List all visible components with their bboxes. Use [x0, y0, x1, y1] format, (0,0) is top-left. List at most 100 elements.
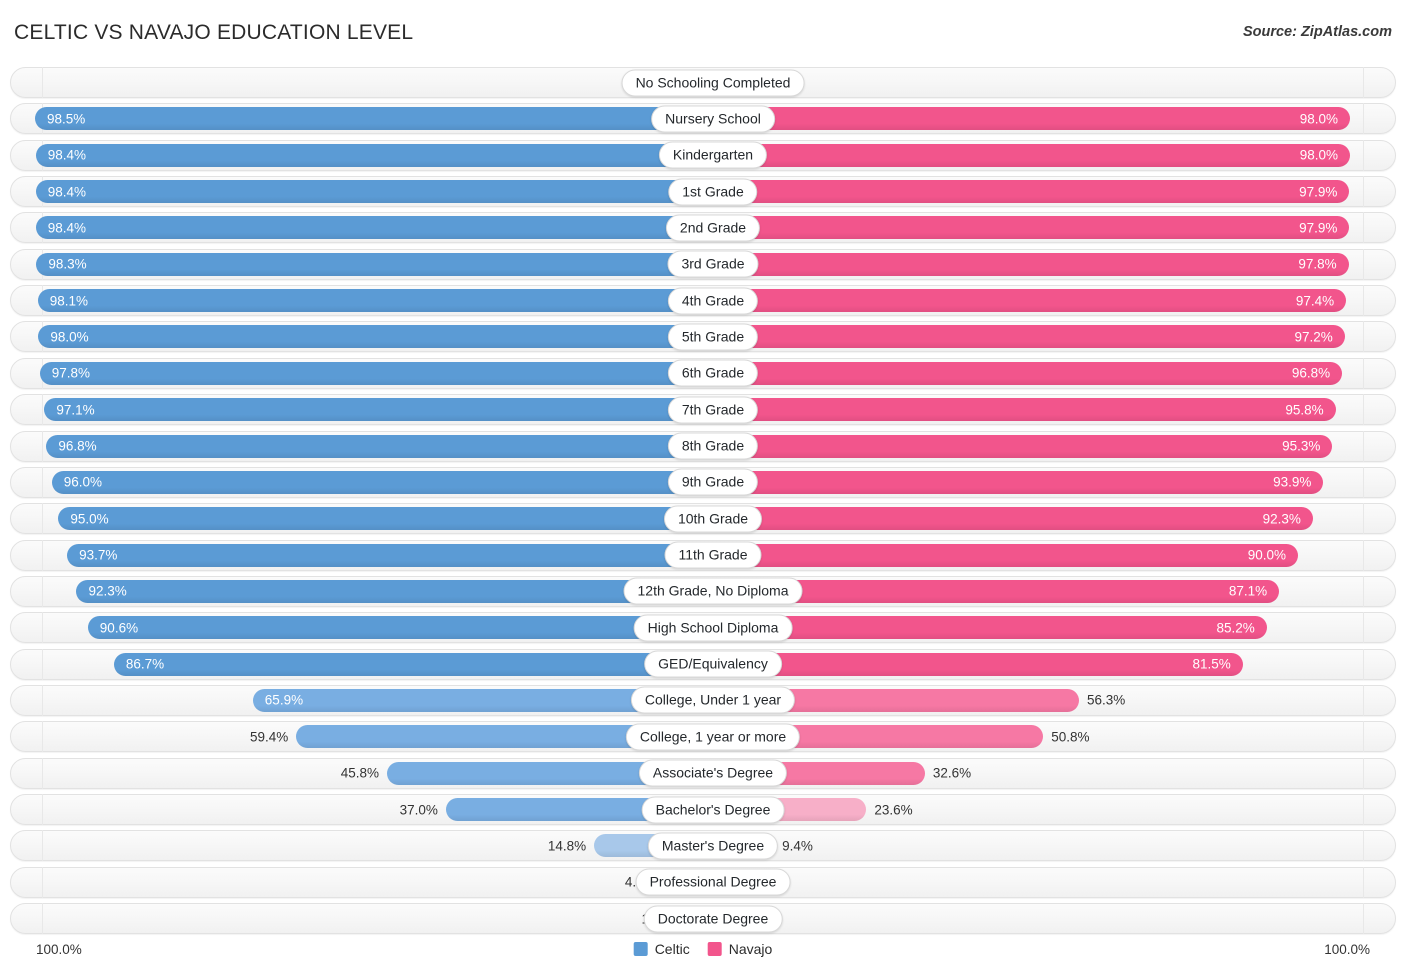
category-label[interactable]: 8th Grade — [667, 432, 759, 460]
value-label-navajo: 97.2% — [1294, 329, 1333, 345]
category-label[interactable]: 3rd Grade — [667, 250, 759, 278]
chart-footer: 100.0% Celtic Navajo 100.0% — [0, 938, 1406, 975]
category-label[interactable]: College, 1 year or more — [625, 723, 801, 751]
bar-celtic[interactable]: 98.3% — [36, 252, 693, 276]
chart-row: 86.7% 81.5% GED/Equivalency — [10, 648, 1396, 680]
category-label[interactable]: Professional Degree — [635, 868, 791, 896]
axis-gridline-left — [42, 466, 43, 498]
axis-gridline-right — [1363, 248, 1364, 280]
value-label-navajo: 81.5% — [1192, 656, 1231, 672]
value-label-celtic: 59.4% — [249, 729, 289, 745]
value-label-celtic: 92.3% — [88, 583, 127, 599]
axis-gridline-right — [1363, 67, 1364, 98]
category-label[interactable]: Associate's Degree — [638, 759, 788, 787]
category-label[interactable]: GED/Equivalency — [644, 650, 782, 678]
bar-celtic[interactable]: 98.5% — [35, 107, 693, 131]
axis-gridline-right — [1363, 757, 1364, 789]
category-label[interactable]: Kindergarten — [658, 141, 768, 169]
category-label[interactable]: 10th Grade — [663, 505, 763, 533]
category-label[interactable]: Bachelor's Degree — [641, 796, 785, 823]
category-label[interactable]: 11th Grade — [664, 541, 762, 569]
value-label-navajo: 97.9% — [1299, 220, 1338, 236]
axis-max-left: 100.0% — [36, 942, 82, 957]
category-label[interactable]: 5th Grade — [667, 323, 759, 351]
value-label-celtic: 14.8% — [547, 838, 587, 854]
chart-row: 1.6%2.1%No Schooling Completed — [10, 67, 1396, 98]
bar-navajo[interactable]: 98.0% — [713, 143, 1350, 167]
bar-celtic[interactable]: 98.4% — [35, 143, 693, 167]
bar-celtic[interactable]: 97.1% — [44, 398, 693, 422]
bar-celtic[interactable]: 96.8% — [46, 434, 693, 458]
bar-celtic[interactable]: 97.8% — [39, 361, 693, 385]
bar-navajo[interactable]: 97.2% — [713, 325, 1345, 349]
bar-celtic[interactable]: 98.4% — [35, 180, 693, 204]
bar-navajo[interactable]: 85.2% — [713, 616, 1267, 640]
category-label[interactable]: 4th Grade — [667, 287, 759, 315]
value-label-celtic: 86.7% — [125, 656, 165, 672]
value-label-celtic: 90.6% — [99, 620, 139, 635]
bar-celtic[interactable]: 96.0% — [51, 470, 693, 494]
legend-item[interactable]: Celtic — [633, 941, 690, 957]
category-label[interactable]: Master's Degree — [647, 832, 779, 860]
category-label[interactable]: 9th Grade — [667, 468, 759, 496]
axis-gridline-right — [1363, 575, 1364, 607]
axis-gridline-left — [42, 684, 43, 716]
bar-celtic[interactable]: 98.4% — [35, 216, 693, 240]
bar-celtic[interactable]: 65.9% — [252, 688, 693, 712]
category-label[interactable]: High School Diploma — [633, 614, 793, 642]
category-label[interactable]: Doctorate Degree — [643, 905, 783, 933]
value-label-navajo: 87.1% — [1228, 583, 1268, 599]
bar-navajo[interactable]: 93.9% — [713, 470, 1324, 494]
bar-navajo[interactable]: 96.8% — [713, 361, 1343, 385]
bar-celtic[interactable]: 95.0% — [58, 507, 693, 531]
axis-gridline-left — [42, 757, 43, 789]
axis-gridline-left — [42, 575, 43, 607]
bar-navajo[interactable]: 97.9% — [713, 216, 1350, 240]
axis-gridline-left — [42, 67, 43, 98]
axis-gridline-right — [1363, 612, 1364, 644]
legend-item[interactable]: Navajo — [707, 941, 772, 957]
value-label-celtic: 98.4% — [47, 147, 86, 163]
category-label[interactable]: 2nd Grade — [665, 214, 761, 242]
value-label-navajo: 9.4% — [782, 838, 813, 854]
axis-gridline-right — [1363, 357, 1364, 389]
category-label[interactable]: 7th Grade — [667, 396, 759, 424]
bar-celtic[interactable]: 92.3% — [76, 579, 693, 603]
axis-gridline-left — [42, 903, 43, 935]
chart-row: 98.4% 98.0% Kindergarten — [10, 139, 1396, 171]
bar-navajo[interactable]: 97.8% — [713, 252, 1349, 276]
bar-celtic[interactable]: 93.7% — [67, 543, 693, 567]
category-label[interactable]: College, Under 1 year — [630, 686, 796, 714]
category-label[interactable]: 6th Grade — [667, 359, 759, 387]
value-label-navajo: 97.8% — [1298, 256, 1337, 272]
category-label[interactable]: Nursery School — [651, 105, 775, 133]
category-label[interactable]: 12th Grade, No Diploma — [623, 577, 803, 605]
chart-row: 65.9% 56.3% College, Under 1 year — [10, 684, 1396, 716]
value-label-celtic: 97.8% — [51, 365, 90, 381]
value-label-celtic: 98.5% — [47, 111, 86, 127]
bar-navajo[interactable]: 97.4% — [713, 289, 1347, 313]
bar-navajo[interactable]: 95.8% — [713, 398, 1336, 422]
axis-gridline-right — [1363, 139, 1364, 171]
axis-gridline-left — [42, 394, 43, 426]
value-label-celtic: 97.1% — [56, 401, 95, 417]
category-label[interactable]: 1st Grade — [668, 178, 758, 206]
chart-row: 97.8% 96.8% 6th Grade — [10, 357, 1396, 389]
chart-row: 92.3% 87.1% 12th Grade, No Diploma — [10, 575, 1396, 607]
bar-celtic[interactable]: 90.6% — [87, 616, 693, 640]
value-label-celtic: 96.8% — [58, 438, 97, 454]
bar-celtic[interactable]: 98.0% — [38, 325, 693, 349]
axis-gridline-right — [1363, 903, 1364, 935]
bar-celtic[interactable]: 86.7% — [113, 652, 693, 676]
bar-navajo[interactable]: 90.0% — [713, 543, 1298, 567]
bar-navajo[interactable]: 95.3% — [713, 434, 1333, 458]
chart-row: 97.1% 95.8% 7th Grade — [10, 394, 1396, 426]
axis-gridline-right — [1363, 321, 1364, 353]
bar-navajo[interactable]: 92.3% — [713, 507, 1313, 531]
bar-navajo[interactable]: 97.9% — [713, 180, 1350, 204]
chart-row: 96.0% 93.9% 9th Grade — [10, 466, 1396, 498]
category-label[interactable]: No Schooling Completed — [621, 69, 805, 96]
bar-navajo[interactable]: 81.5% — [713, 652, 1243, 676]
bar-navajo[interactable]: 98.0% — [713, 107, 1350, 131]
bar-celtic[interactable]: 98.1% — [37, 289, 693, 313]
